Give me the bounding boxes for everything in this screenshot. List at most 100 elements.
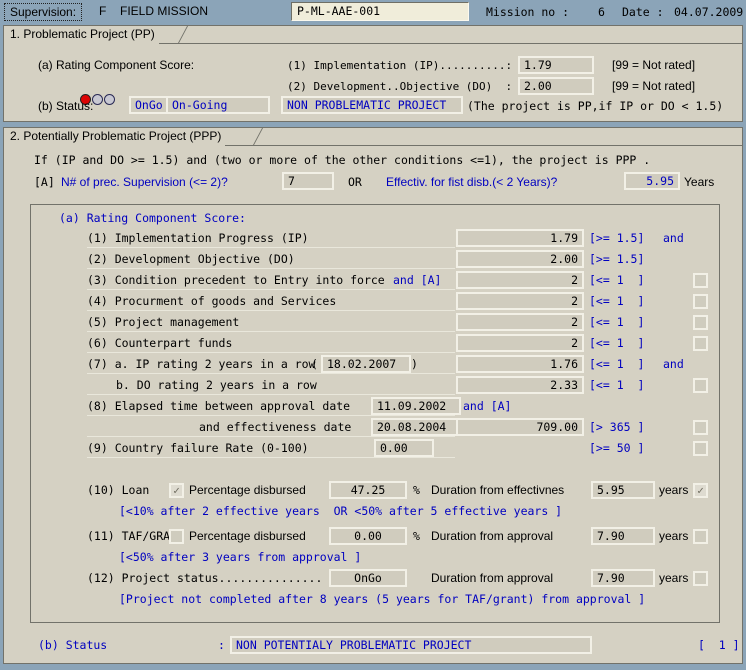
row11-checkbox[interactable] xyxy=(693,529,708,544)
loan-disbursed-checkbox[interactable] xyxy=(169,483,184,498)
page-ref: [ 1 ] xyxy=(698,636,740,654)
tab-potentially-problematic[interactable]: 2. Potentially Problematic Project (PPP) xyxy=(4,128,225,146)
row7a-label: (7) a. IP rating 2 years in a row xyxy=(87,355,315,373)
s1-do-field[interactable]: 2.00 xyxy=(518,77,594,95)
loan-pct-field[interactable]: 47.25 xyxy=(329,481,407,499)
row10-cb-label: Percentage disbursed xyxy=(189,481,306,499)
loan-duration-field[interactable]: 5.95 xyxy=(591,481,655,499)
row1-condition: [>= 1.5] xyxy=(589,229,644,247)
row-implementation-progress: (1) Implementation Progress (IP) 1.79 [>… xyxy=(31,229,719,248)
row6-value-field[interactable]: 2 xyxy=(456,334,584,352)
taf-pct-field[interactable]: 0.00 xyxy=(329,527,407,545)
row4-condition: [<= 1 ] xyxy=(589,292,644,310)
status-duration-field[interactable]: 7.90 xyxy=(591,569,655,587)
s1-status-code-field[interactable]: OnGo xyxy=(129,96,168,114)
row11-cb-label: Percentage disbursed xyxy=(189,527,306,545)
row-project-management: (5) Project management 2 [<= 1 ] xyxy=(31,313,719,332)
row11-years-label: years xyxy=(659,527,688,545)
taf-disbursed-checkbox[interactable] xyxy=(169,529,184,544)
row8b-value-field[interactable]: 709.00 xyxy=(456,418,584,436)
s1-ip-note: [99 = Not rated] xyxy=(612,58,695,72)
tab-problematic-project[interactable]: 1. Problematic Project (PP) xyxy=(4,26,159,44)
row3-value-field[interactable]: 2 xyxy=(456,271,584,289)
row10-checkbox[interactable] xyxy=(693,483,708,498)
row-counterpart-funds: (6) Counterpart funds 2 [<= 1 ] xyxy=(31,334,719,353)
row9-condition: [>= 50 ] xyxy=(589,439,644,457)
s1-status-name-field[interactable]: On-Going xyxy=(166,96,270,114)
ppp-status-field[interactable]: NON POTENTIALY PROBLEMATIC PROJECT xyxy=(230,636,592,654)
potentially-problematic-panel: 2. Potentially Problematic Project (PPP)… xyxy=(3,127,743,664)
row9-label: (9) Country failure Rate (0-100) xyxy=(87,439,309,457)
row-ip-rating-2years: (7) a. IP rating 2 years in a row ( 18.0… xyxy=(31,355,719,374)
row9-checkbox[interactable] xyxy=(693,441,708,456)
row8b-date-field[interactable]: 20.08.2004 xyxy=(371,418,461,436)
row10-duration-label: Duration from effectivnes xyxy=(431,481,564,499)
project-status-field[interactable]: OnGo xyxy=(329,569,407,587)
row7a-condition: [<= 1 ] xyxy=(589,355,644,373)
row-elapsed-approval-date: (8) Elapsed time between approval date 1… xyxy=(31,397,719,416)
s2-a-ref: [A] xyxy=(34,175,55,189)
row4-value-field[interactable]: 2 xyxy=(456,292,584,310)
row-condition-precedent: (3) Condition precedent to Entry into fo… xyxy=(31,271,719,290)
row6-checkbox[interactable] xyxy=(693,336,708,351)
row12-checkbox[interactable] xyxy=(693,571,708,586)
row-country-failure-rate: (9) Country failure Rate (0-100) 0.00 [>… xyxy=(31,439,719,458)
s2-effectiv-label: Effectiv. for fist disb.(< 2 Years)? xyxy=(386,175,557,189)
row2-label: (2) Development Objective (DO) xyxy=(87,250,295,268)
s1-status-label: (b) Status: xyxy=(38,99,93,113)
s1-ip-field[interactable]: 1.79 xyxy=(518,56,594,74)
row7b-checkbox[interactable] xyxy=(693,378,708,393)
row7b-value-field[interactable]: 2.33 xyxy=(456,376,584,394)
project-code-field[interactable]: P-ML-AAE-001 xyxy=(291,2,469,21)
s1-do-label: (2) Development..Objective (DO) : xyxy=(287,80,512,93)
taf-duration-field[interactable]: 7.90 xyxy=(591,527,655,545)
tab2-slant-edge xyxy=(239,128,263,145)
s2-prec-supervision-label: N# of prec. Supervision (<= 2)? xyxy=(61,175,228,189)
supervision-window: Supervision: F FIELD MISSION P-ML-AAE-00… xyxy=(0,0,746,670)
row-ppp-status: (b) Status : NON POTENTIALY PROBLEMATIC … xyxy=(4,636,742,655)
row7a-date-field[interactable]: 18.02.2007 xyxy=(321,355,411,373)
row5-checkbox[interactable] xyxy=(693,315,708,330)
date-value[interactable]: 04.07.2009 xyxy=(674,5,743,19)
row3-checkbox[interactable] xyxy=(693,273,708,288)
row6-label: (6) Counterpart funds xyxy=(87,334,232,352)
row8a-label-blue: and [A] xyxy=(463,397,511,415)
row8a-date-field[interactable]: 11.09.2002 xyxy=(371,397,461,415)
form-title: FIELD MISSION xyxy=(120,4,208,18)
row4-checkbox[interactable] xyxy=(693,294,708,309)
row10-label: (10) Loan xyxy=(87,481,149,499)
row8b-condition: [> 365 ] xyxy=(589,418,644,436)
taf-rule-text: [<50% after 3 years from approval ] xyxy=(119,550,361,564)
row7b-label: b. DO rating 2 years in a row xyxy=(116,376,317,394)
row2-value-field[interactable]: 2.00 xyxy=(456,250,584,268)
row9-value-field[interactable]: 0.00 xyxy=(374,439,434,457)
mission-no-value[interactable]: 6 xyxy=(598,5,605,19)
row7a-value-field[interactable]: 1.76 xyxy=(456,355,584,373)
row-loan: (10) Loan Percentage disbursed 47.25 % D… xyxy=(31,481,719,500)
row5-value-field[interactable]: 2 xyxy=(456,313,584,331)
row5-label: (5) Project management xyxy=(87,313,239,331)
row1-value-field[interactable]: 1.79 xyxy=(456,229,584,247)
row10-pct-sign: % xyxy=(413,481,420,499)
status-rule-text: [Project not completed after 8 years (5 … xyxy=(119,592,645,606)
row7a-and: and xyxy=(663,355,684,373)
row-taf-grant: (11) TAF/GRANT Percentage disbursed 0.00… xyxy=(31,527,719,546)
row11-pct-sign: % xyxy=(413,527,420,545)
s1-status-result-field[interactable]: NON PROBLEMATIC PROJECT xyxy=(281,96,463,114)
grey-light-icon xyxy=(104,94,115,105)
row3-condition: [<= 1 ] xyxy=(589,271,644,289)
row4-label: (4) Procurment of goods and Services xyxy=(87,292,336,310)
s2-years-label: Years xyxy=(684,175,714,189)
row-development-objective: (2) Development Objective (DO) 2.00 [>= … xyxy=(31,250,719,269)
supervision-button[interactable]: Supervision: xyxy=(4,3,82,21)
row8b-checkbox[interactable] xyxy=(693,420,708,435)
row7a-paren-close: ) xyxy=(411,355,418,373)
prec-supervision-field[interactable]: 7 xyxy=(282,172,334,190)
row12-label: (12) Project status............... xyxy=(87,569,322,587)
section1-tab-row: 1. Problematic Project (PP) xyxy=(4,26,742,44)
problematic-project-panel: 1. Problematic Project (PP) (a) Rating C… xyxy=(3,25,743,122)
effectiv-years-field[interactable]: 5.95 xyxy=(624,172,680,190)
s1-do-note: [99 = Not rated] xyxy=(612,79,695,93)
s1-status-rule: (The project is PP,if IP or DO < 1.5) xyxy=(467,99,723,113)
row11-duration-label: Duration from approval xyxy=(431,527,553,545)
